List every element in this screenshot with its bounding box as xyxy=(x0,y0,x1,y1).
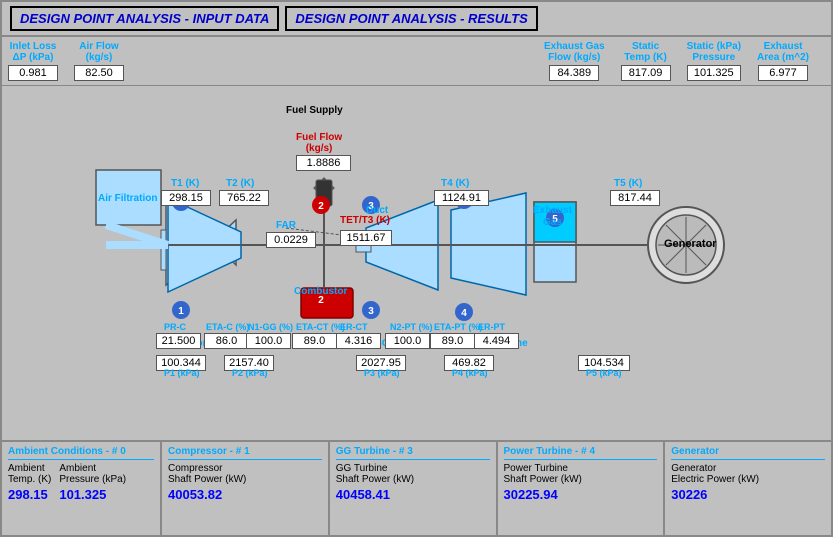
power-turbine-shaft-value[interactable]: 30225.94 xyxy=(504,487,658,502)
T1-label: T1 (K) xyxy=(171,178,199,189)
air-flow-value[interactable]: 82.50 xyxy=(74,65,124,81)
N1-GG-label: N1-GG (%) xyxy=(248,322,293,332)
inlet-loss-label: Inlet Loss ΔP (kPa) xyxy=(10,41,57,63)
PR-C-label: PR-C xyxy=(164,322,186,332)
ambient-temp-label: AmbientTemp. (K) xyxy=(8,463,51,485)
T4-value[interactable]: 1124.91 xyxy=(434,190,489,206)
ETA-PT-label: ETA-PT (%) xyxy=(434,322,482,332)
results-tab[interactable]: DESIGN POINT ANALYSIS - RESULTS xyxy=(285,6,537,31)
input-tab[interactable]: DESIGN POINT ANALYSIS - INPUT DATA xyxy=(10,6,279,31)
static-pressure-label: Static (kPa) Pressure xyxy=(687,41,741,63)
T4-label: T4 (K) xyxy=(441,178,469,189)
fuel-flow-label: Fuel Flow (kg/s) xyxy=(296,132,342,154)
ambient-temp-item: AmbientTemp. (K) 298.15 xyxy=(8,463,51,502)
header: DESIGN POINT ANALYSIS - INPUT DATA DESIG… xyxy=(2,2,831,37)
ETA-CT-label: ETA-CT (%) xyxy=(296,322,345,332)
combustor-label: Combustor xyxy=(294,286,347,297)
bottom-panel: Ambient Conditions - # 0 AmbientTemp. (K… xyxy=(2,440,831,535)
P5-label: P5 (kPa) xyxy=(586,368,622,378)
exhaust-area-value[interactable]: 6.977 xyxy=(758,65,808,81)
ER-CT-value[interactable]: 4.316 xyxy=(336,333,381,349)
main-container: DESIGN POINT ANALYSIS - INPUT DATA DESIG… xyxy=(0,0,833,537)
power-turbine-title: Power Turbine - # 4 xyxy=(504,446,658,460)
ETA-C-label: ETA-C (%) xyxy=(206,322,249,332)
compressor-shaft-label: CompressorShaft Power (kW) xyxy=(168,463,322,485)
ambient-conditions-row: AmbientTemp. (K) 298.15 AmbientPressure … xyxy=(8,463,154,502)
gg-turbine-title: GG Turbine - # 3 xyxy=(336,446,490,460)
duct-label: Duct xyxy=(366,205,388,216)
ETA-CT-value[interactable]: 89.0 xyxy=(292,333,337,349)
N2-PT-label: N2-PT (%) xyxy=(390,322,433,332)
P1-label: P1 (kPa) xyxy=(164,368,200,378)
P4-label: P4 (kPa) xyxy=(452,368,488,378)
ER-PT-value[interactable]: 4.494 xyxy=(474,333,519,349)
fuel-flow-value[interactable]: 1.8886 xyxy=(296,155,351,171)
svg-text:2: 2 xyxy=(318,201,324,212)
ambient-conditions-group: Ambient Conditions - # 0 AmbientTemp. (K… xyxy=(2,442,162,535)
exhaust-gas-flow-value[interactable]: 84.389 xyxy=(549,65,599,81)
compressor-shaft-value[interactable]: 40053.82 xyxy=(168,487,322,502)
power-turbine-shaft-label: Power TurbineShaft Power (kW) xyxy=(504,463,658,485)
svg-text:4: 4 xyxy=(461,308,467,319)
svg-text:1: 1 xyxy=(178,306,184,317)
gg-turbine-shaft-value[interactable]: 40458.41 xyxy=(336,487,490,502)
air-flow-label: Air Flow (kg/s) xyxy=(79,41,118,63)
engine-svg: 1 2 3 4 5 1 2 3 xyxy=(6,90,833,410)
static-pressure-group: Static (kPa) Pressure 101.325 xyxy=(687,41,741,81)
gg-turbine-shaft-label: GG TurbineShaft Power (kW) xyxy=(336,463,490,485)
ambient-pressure-value[interactable]: 101.325 xyxy=(59,487,126,502)
FAR-label: FAR xyxy=(276,220,296,231)
gg-turbine-group: GG Turbine - # 3 GG TurbineShaft Power (… xyxy=(330,442,498,535)
ambient-pressure-item: AmbientPressure (kPa) 101.325 xyxy=(59,463,126,502)
ER-CT-label: ER-CT xyxy=(340,322,368,332)
generator-title: Generator xyxy=(671,446,825,460)
static-temp-value[interactable]: 817.09 xyxy=(621,65,671,81)
TET-value[interactable]: 1511.67 xyxy=(340,230,392,246)
inlet-loss-group: Inlet Loss ΔP (kPa) 0.981 xyxy=(8,41,58,81)
exhaust-area-group: Exhaust Area (m^2) 6.977 xyxy=(757,41,809,81)
PR-C-value[interactable]: 21.500 xyxy=(156,333,201,349)
static-pressure-value[interactable]: 101.325 xyxy=(687,65,741,81)
ambient-pressure-label: AmbientPressure (kPa) xyxy=(59,463,126,485)
exhaust-area-label: Exhaust Area (m^2) xyxy=(757,41,809,63)
air-flow-group: Air Flow (kg/s) 82.50 xyxy=(74,41,124,81)
ETA-C-value[interactable]: 86.0 xyxy=(204,333,249,349)
T1-value[interactable]: 298.15 xyxy=(161,190,211,206)
FAR-value[interactable]: 0.0229 xyxy=(266,232,316,248)
top-info-bar: Inlet Loss ΔP (kPa) 0.981 Air Flow (kg/s… xyxy=(2,37,831,86)
ER-PT-label: ER-PT xyxy=(478,322,505,332)
ETA-PT-value[interactable]: 89.0 xyxy=(430,333,475,349)
exhaust-gas-label: ExhaustGas xyxy=(533,205,572,229)
P3-label: P3 (kPa) xyxy=(364,368,400,378)
generator-group: Generator GeneratorElectric Power (kW) 3… xyxy=(665,442,831,535)
generator-electric-value[interactable]: 30226 xyxy=(671,487,825,502)
static-temp-group: Static Temp (K) 817.09 xyxy=(621,41,671,81)
generator-electric-label: GeneratorElectric Power (kW) xyxy=(671,463,825,485)
ambient-temp-value[interactable]: 298.15 xyxy=(8,487,51,502)
inlet-loss-value[interactable]: 0.981 xyxy=(8,65,58,81)
T2-value[interactable]: 765.22 xyxy=(219,190,269,206)
N2-PT-value[interactable]: 100.0 xyxy=(385,333,430,349)
static-temp-label: Static Temp (K) xyxy=(624,41,667,63)
T5-value[interactable]: 817.44 xyxy=(610,190,660,206)
N1-GG-value[interactable]: 100.0 xyxy=(246,333,291,349)
P2-label: P2 (kPa) xyxy=(232,368,268,378)
engine-diagram-area: 1 2 3 4 5 1 2 3 xyxy=(2,86,831,440)
generator-label: Generator xyxy=(664,238,717,250)
T2-label: T2 (K) xyxy=(226,178,254,189)
T5-label: T5 (K) xyxy=(614,178,642,189)
exhaust-gas-flow-label: Exhaust Gas Flow (kg/s) xyxy=(544,41,605,63)
svg-text:3: 3 xyxy=(368,306,374,317)
power-turbine-group: Power Turbine - # 4 Power TurbineShaft P… xyxy=(498,442,666,535)
ambient-conditions-title: Ambient Conditions - # 0 xyxy=(8,446,154,460)
air-filtration-label: Air Filtration xyxy=(98,193,157,204)
TET-label: TET/T3 (K) xyxy=(340,215,390,226)
fuel-supply-label: Fuel Supply xyxy=(286,105,343,116)
diagram: 1 2 3 4 5 1 2 3 xyxy=(6,90,827,410)
compressor-group: Compressor - # 1 CompressorShaft Power (… xyxy=(162,442,330,535)
exhaust-gas-flow-group: Exhaust Gas Flow (kg/s) 84.389 xyxy=(544,41,605,81)
compressor-title: Compressor - # 1 xyxy=(168,446,322,460)
